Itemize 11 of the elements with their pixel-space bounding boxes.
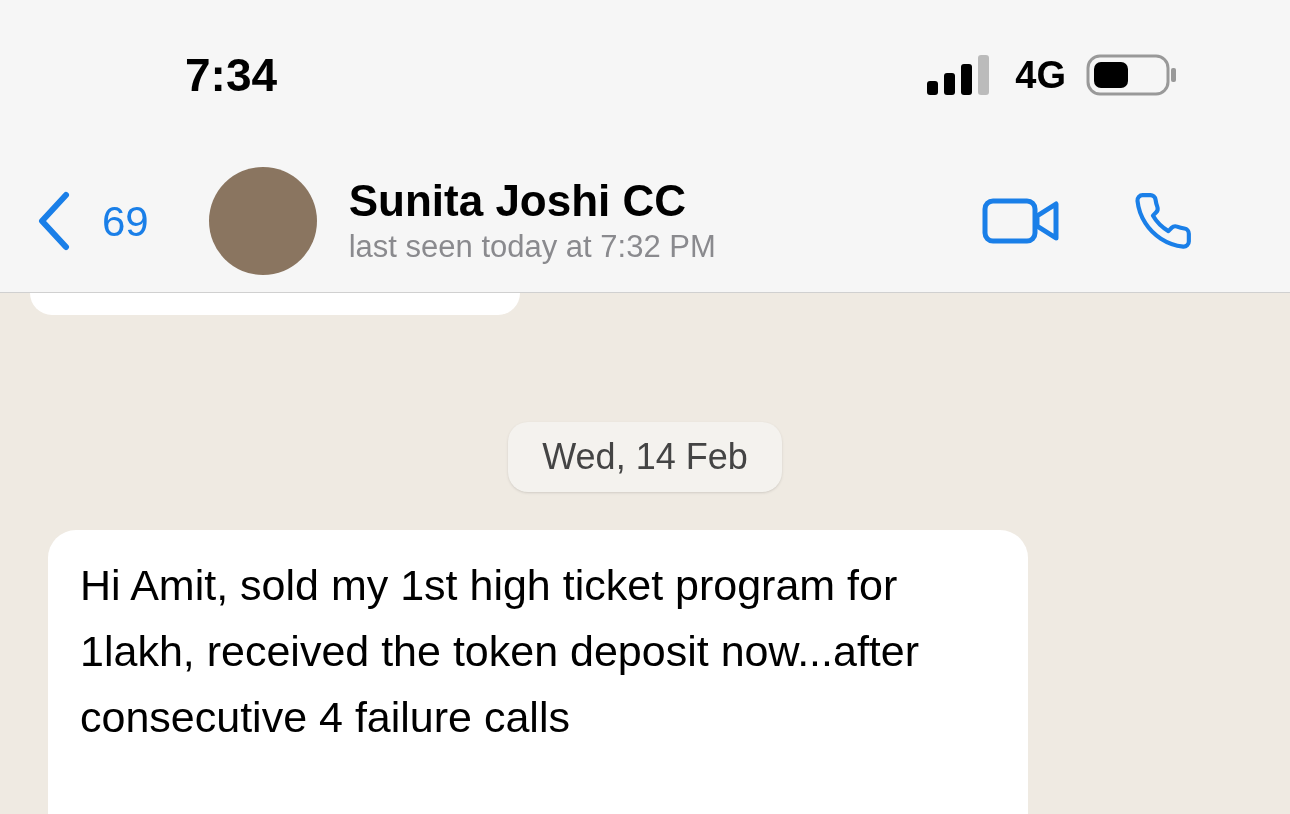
- last-seen-text: last seen today at 7:32 PM: [348, 228, 716, 266]
- chevron-left-icon: [36, 191, 72, 251]
- network-label: 4G: [1015, 52, 1066, 98]
- status-time: 7:34: [185, 47, 278, 103]
- video-call-button[interactable]: [982, 196, 1060, 246]
- phone-call-button[interactable]: [1132, 190, 1194, 252]
- battery-icon: [1086, 54, 1178, 96]
- message-text: Hi Amit, sold my 1st high ticket program for 1lakh, received the token deposit now...after consecutive 4 failure calls: [80, 560, 921, 743]
- date-label: Wed, 14 Feb: [508, 422, 782, 492]
- contact-name[interactable]: Sunita Joshi CC: [348, 175, 716, 227]
- back-button[interactable]: 69: [36, 189, 149, 253]
